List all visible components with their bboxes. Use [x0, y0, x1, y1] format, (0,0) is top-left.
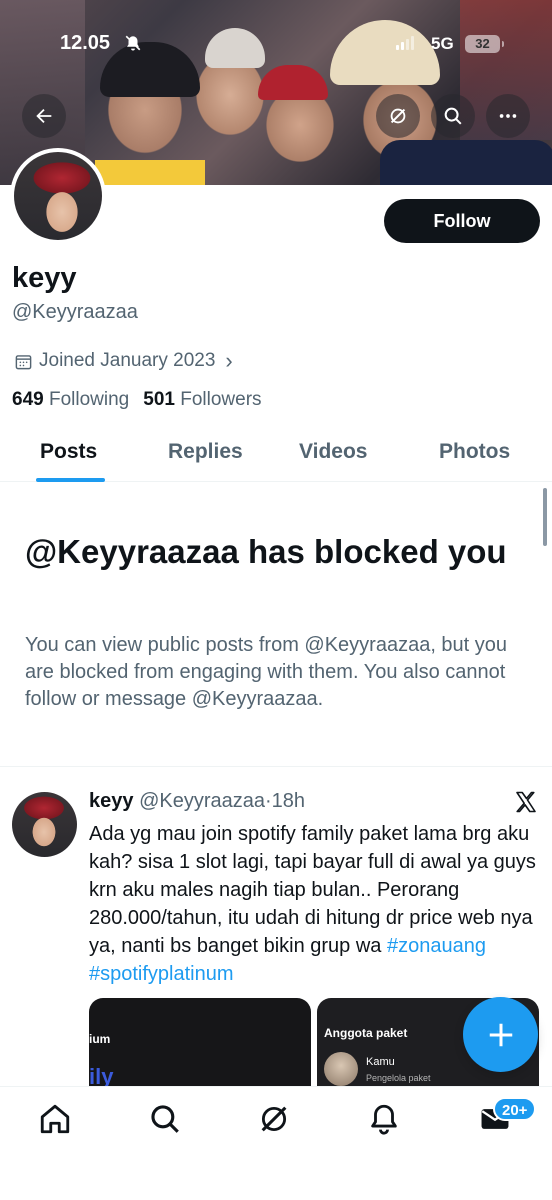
- post-separator: ·: [264, 790, 272, 812]
- nav-search[interactable]: [148, 1102, 182, 1136]
- more-dots-icon: [499, 114, 517, 118]
- banner-bandana: [258, 65, 328, 100]
- calendar-icon: [15, 354, 32, 369]
- bell-icon: [371, 1104, 397, 1135]
- hashtag-link[interactable]: #spotifyplatinum: [89, 963, 234, 985]
- status-time: 12.05: [60, 32, 111, 54]
- nav-grok[interactable]: [257, 1102, 291, 1136]
- following-label: Following: [48, 389, 130, 410]
- post-author-name[interactable]: keyy: [89, 790, 134, 812]
- scrollbar[interactable]: [543, 488, 547, 546]
- network-type: 5G: [431, 34, 454, 53]
- grok-icon: [261, 1106, 287, 1132]
- search-button[interactable]: [431, 94, 475, 138]
- following-link[interactable]: 649 Following: [12, 389, 129, 410]
- tab-replies[interactable]: Replies: [168, 440, 243, 464]
- back-button[interactable]: [22, 94, 66, 138]
- profile-handle: @Keyyraazaa: [12, 301, 138, 323]
- grok-button[interactable]: [376, 94, 420, 138]
- divider: [0, 766, 552, 767]
- active-tab-indicator: [36, 478, 105, 482]
- arrow-left-icon: [36, 108, 52, 124]
- joined-text: Joined January 2023: [39, 350, 216, 371]
- search-icon: [151, 1105, 179, 1133]
- nav-notifications[interactable]: [367, 1102, 401, 1136]
- media-text: ily: [89, 1064, 114, 1086]
- profile-avatar[interactable]: [10, 148, 106, 244]
- media-text: Kamu: [366, 1056, 395, 1068]
- messages-badge: 20+: [493, 1097, 537, 1121]
- signal-icon: [396, 36, 414, 50]
- tab-videos[interactable]: Videos: [299, 440, 367, 464]
- x-logo-icon: [516, 791, 536, 813]
- banner-shirt: [95, 160, 205, 185]
- tab-posts[interactable]: Posts: [40, 440, 97, 464]
- silent-bell-icon: [124, 34, 142, 57]
- followers-link[interactable]: 501 Followers: [143, 389, 261, 410]
- banner-jacket: [380, 140, 552, 185]
- post-text: Ada yg mau join spotify family paket lam…: [89, 820, 539, 988]
- post-image[interactable]: ium ily: [89, 998, 311, 1086]
- search-icon: [444, 107, 462, 125]
- following-count: 649: [12, 389, 44, 410]
- followers-label: Followers: [180, 389, 262, 410]
- follow-button[interactable]: Follow: [384, 199, 540, 243]
- plus-icon: [489, 1023, 512, 1046]
- blocked-description: You can view public posts from @Keyyraaz…: [25, 634, 508, 710]
- profile-name: keyy: [12, 262, 77, 294]
- battery-indicator: 32: [465, 35, 504, 53]
- post-author-handle[interactable]: @Keyyraazaa: [139, 790, 265, 812]
- blocked-title: @Keyyraazaa has blocked you: [25, 533, 507, 570]
- compose-button[interactable]: [463, 997, 538, 1072]
- joined-date[interactable]: Joined January 2023 ›: [14, 348, 233, 374]
- status-bar: 12.05 5G 32: [0, 30, 552, 60]
- post-time[interactable]: 18h: [272, 790, 305, 812]
- media-text: ium: [89, 1032, 111, 1046]
- more-button[interactable]: [486, 94, 530, 138]
- followers-count: 501: [143, 389, 175, 410]
- home-icon: [40, 1104, 70, 1134]
- post-author-avatar[interactable]: [12, 792, 77, 857]
- member-avatar: [324, 1052, 358, 1086]
- nav-home[interactable]: [38, 1102, 72, 1136]
- grok-icon: [390, 108, 406, 124]
- profile-tabs: Posts Replies Videos Photos: [0, 432, 552, 482]
- hashtag-link[interactable]: #zonauang: [387, 935, 486, 957]
- media-text: Pengelola paket: [366, 1073, 431, 1083]
- follow-counts: 649 Following 501 Followers: [12, 389, 262, 411]
- media-text: Anggota paket: [324, 1026, 408, 1040]
- tab-photos[interactable]: Photos: [439, 440, 510, 464]
- post-header: keyy @Keyyraazaa·18h: [89, 790, 305, 813]
- chevron-right-icon: ›: [225, 348, 233, 373]
